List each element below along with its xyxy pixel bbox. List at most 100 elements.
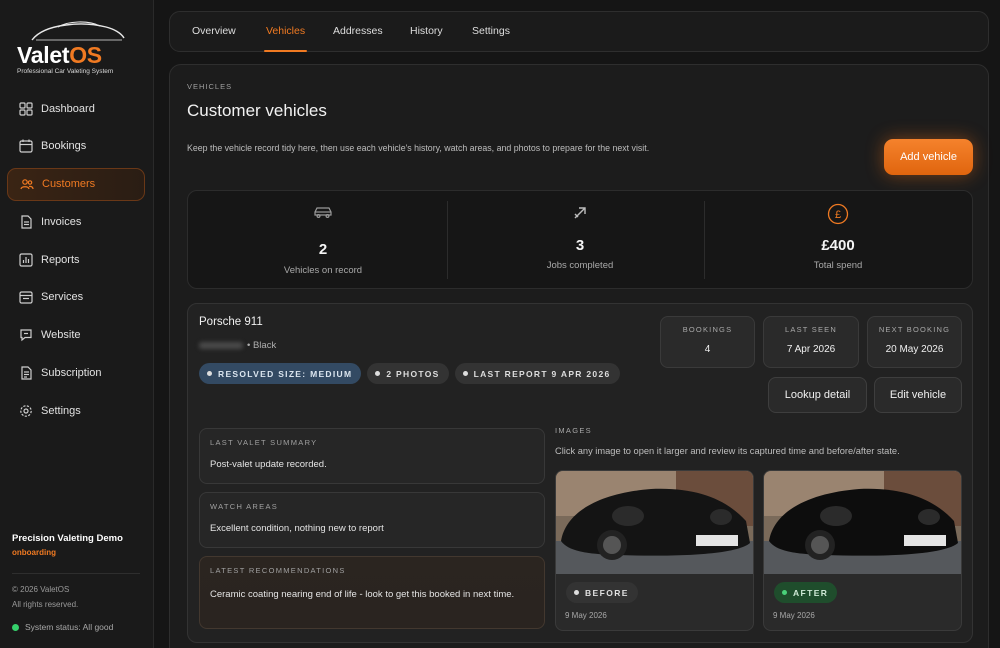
page-description: Keep the vehicle record tidy here, then … [187,143,650,153]
sidebar-item-label: Dashboard [41,102,95,115]
photo-before[interactable]: BEFORE 9 May 2026 [555,470,754,631]
pill-dot-icon [462,371,468,376]
bookings-label: BOOKINGS [682,325,733,334]
after-badge: AFTER [774,582,838,603]
next-booking-label: NEXT BOOKING [878,325,951,334]
calendar-icon [18,139,33,154]
app-window: ValetOS Professional Car Valeting System… [0,0,1000,648]
vehicle-pills: RESOLVED SIZE: MEDIUM 2 PHOTOS LAST REPO… [199,363,626,384]
sidebar-nav: Dashboard Bookings Customers Invoices Re… [7,92,145,432]
last-valet-label: LAST VALET SUMMARY [210,438,318,447]
sidebar-item-subscription[interactable]: Subscription [7,357,145,390]
badge-dot-icon [574,590,579,595]
invoice-icon [18,214,33,229]
copyright: © 2026 ValetOS [12,585,70,594]
sidebar-item-settings[interactable]: Settings [7,394,145,427]
sidebar-item-bookings[interactable]: Bookings [7,130,145,163]
car-photo-image [556,471,753,574]
pound-icon: £ [708,203,968,225]
last-seen-value: 7 Apr 2026 [786,344,836,355]
sidebar-item-label: Subscription [41,367,102,380]
rights-text: All rights reserved. [12,600,79,609]
car-icon [193,205,453,223]
tab-settings[interactable]: Settings [472,12,510,52]
last-valet-summary: LAST VALET SUMMARY Post-valet update rec… [199,428,545,484]
tab-history[interactable]: History [410,12,443,52]
sidebar-item-label: Services [41,291,84,304]
vehicle-colour: • Black [247,340,277,351]
car-logo-icon [31,21,125,41]
svg-text:£: £ [835,209,841,221]
car-photo-image [764,471,961,574]
customers-icon [19,177,34,192]
pill-dot-icon [207,371,212,376]
website-icon [18,328,33,343]
pill-dot-icon [375,371,381,376]
org-status: onboarding [12,548,56,557]
images-label: IMAGES [555,426,592,435]
tab-vehicles[interactable]: Vehicles [263,12,308,52]
vehicle-subtitle: • Black [199,340,276,351]
brand-tagline: Professional Car Valeting System [17,68,114,75]
photo-date: 9 May 2026 [565,611,607,620]
services-icon [18,290,33,305]
main-panel: VEHICLES Customer vehicles Keep the vehi… [169,64,989,648]
org-name: Precision Valeting Demo [12,533,123,544]
page-title: Customer vehicles [187,101,327,120]
images-help: Click any image to open it larger and re… [555,446,900,456]
stat-label: Jobs completed [546,260,614,271]
stat-divider [447,201,448,279]
dashboard-icon [18,101,33,116]
section-eyebrow: VEHICLES [187,82,233,91]
stat-jobs: 3 Jobs completed [450,191,710,290]
sidebar-item-invoices[interactable]: Invoices [7,205,145,238]
before-badge: BEFORE [566,582,638,603]
add-vehicle-button[interactable]: Add vehicle [884,139,973,175]
photo-after[interactable]: AFTER 9 May 2026 [763,470,962,631]
watch-areas-label: WATCH AREAS [210,502,279,511]
stat-value: £400 [821,237,855,254]
stat-value: 2 [318,241,328,258]
last-valet-value: Post-valet update recorded. [210,459,327,470]
sidebar-item-label: Bookings [41,140,87,153]
sidebar-item-label: Reports [41,253,80,266]
sidebar-item-reports[interactable]: Reports [7,243,145,276]
photos-pill: 2 PHOTOS [367,363,449,384]
stat-spend: £ £400 Total spend [708,191,968,290]
stat-divider [704,201,705,279]
sidebar-item-label: Invoices [41,215,82,228]
sidebar: ValetOS Professional Car Valeting System… [0,0,154,648]
last-report-pill: LAST REPORT 9 APR 2026 [454,363,620,384]
stat-value: 3 [575,237,585,254]
sidebar-item-label: Website [41,329,81,342]
tab-overview[interactable]: Overview [192,12,236,52]
sidebar-item-dashboard[interactable]: Dashboard [7,92,145,125]
latest-recommendations: LATEST RECOMMENDATIONS Ceramic coating n… [199,556,545,629]
trend-arrow-icon [450,205,710,223]
bookings-value: 4 [704,344,711,355]
lookup-detail-button[interactable]: Lookup detail [768,377,867,413]
last-seen-card: LAST SEEN 7 Apr 2026 [763,316,859,368]
edit-vehicle-button[interactable]: Edit vehicle [874,377,962,413]
brand-name: ValetOS [17,42,102,68]
tab-bar: Overview Vehicles Addresses History Sett… [169,11,989,52]
status-dot-icon [12,623,19,631]
sidebar-divider [12,573,140,574]
brand-logo[interactable]: ValetOS Professional Car Valeting System [14,18,144,78]
next-booking-value: 20 May 2026 [885,344,944,355]
last-seen-label: LAST SEEN [785,325,837,334]
sidebar-item-label: Settings [41,404,81,417]
stat-label: Total spend [813,260,863,271]
vehicle-card: Porsche 911 • Black RESOLVED SIZE: MEDIU… [187,303,973,643]
stat-label: Vehicles on record [283,265,363,276]
size-pill: RESOLVED SIZE: MEDIUM [199,363,362,384]
recommendations-label: LATEST RECOMMENDATIONS [210,566,346,575]
sidebar-item-services[interactable]: Services [7,281,145,314]
sidebar-item-label: Customers [42,178,96,191]
sidebar-item-website[interactable]: Website [7,319,145,352]
tab-addresses[interactable]: Addresses [333,12,383,52]
sidebar-item-customers[interactable]: Customers [7,167,145,201]
watch-areas-value: Excellent condition, nothing new to repo… [210,523,384,534]
photo-date: 9 May 2026 [773,611,815,620]
vehicle-name: Porsche 911 [199,316,263,328]
